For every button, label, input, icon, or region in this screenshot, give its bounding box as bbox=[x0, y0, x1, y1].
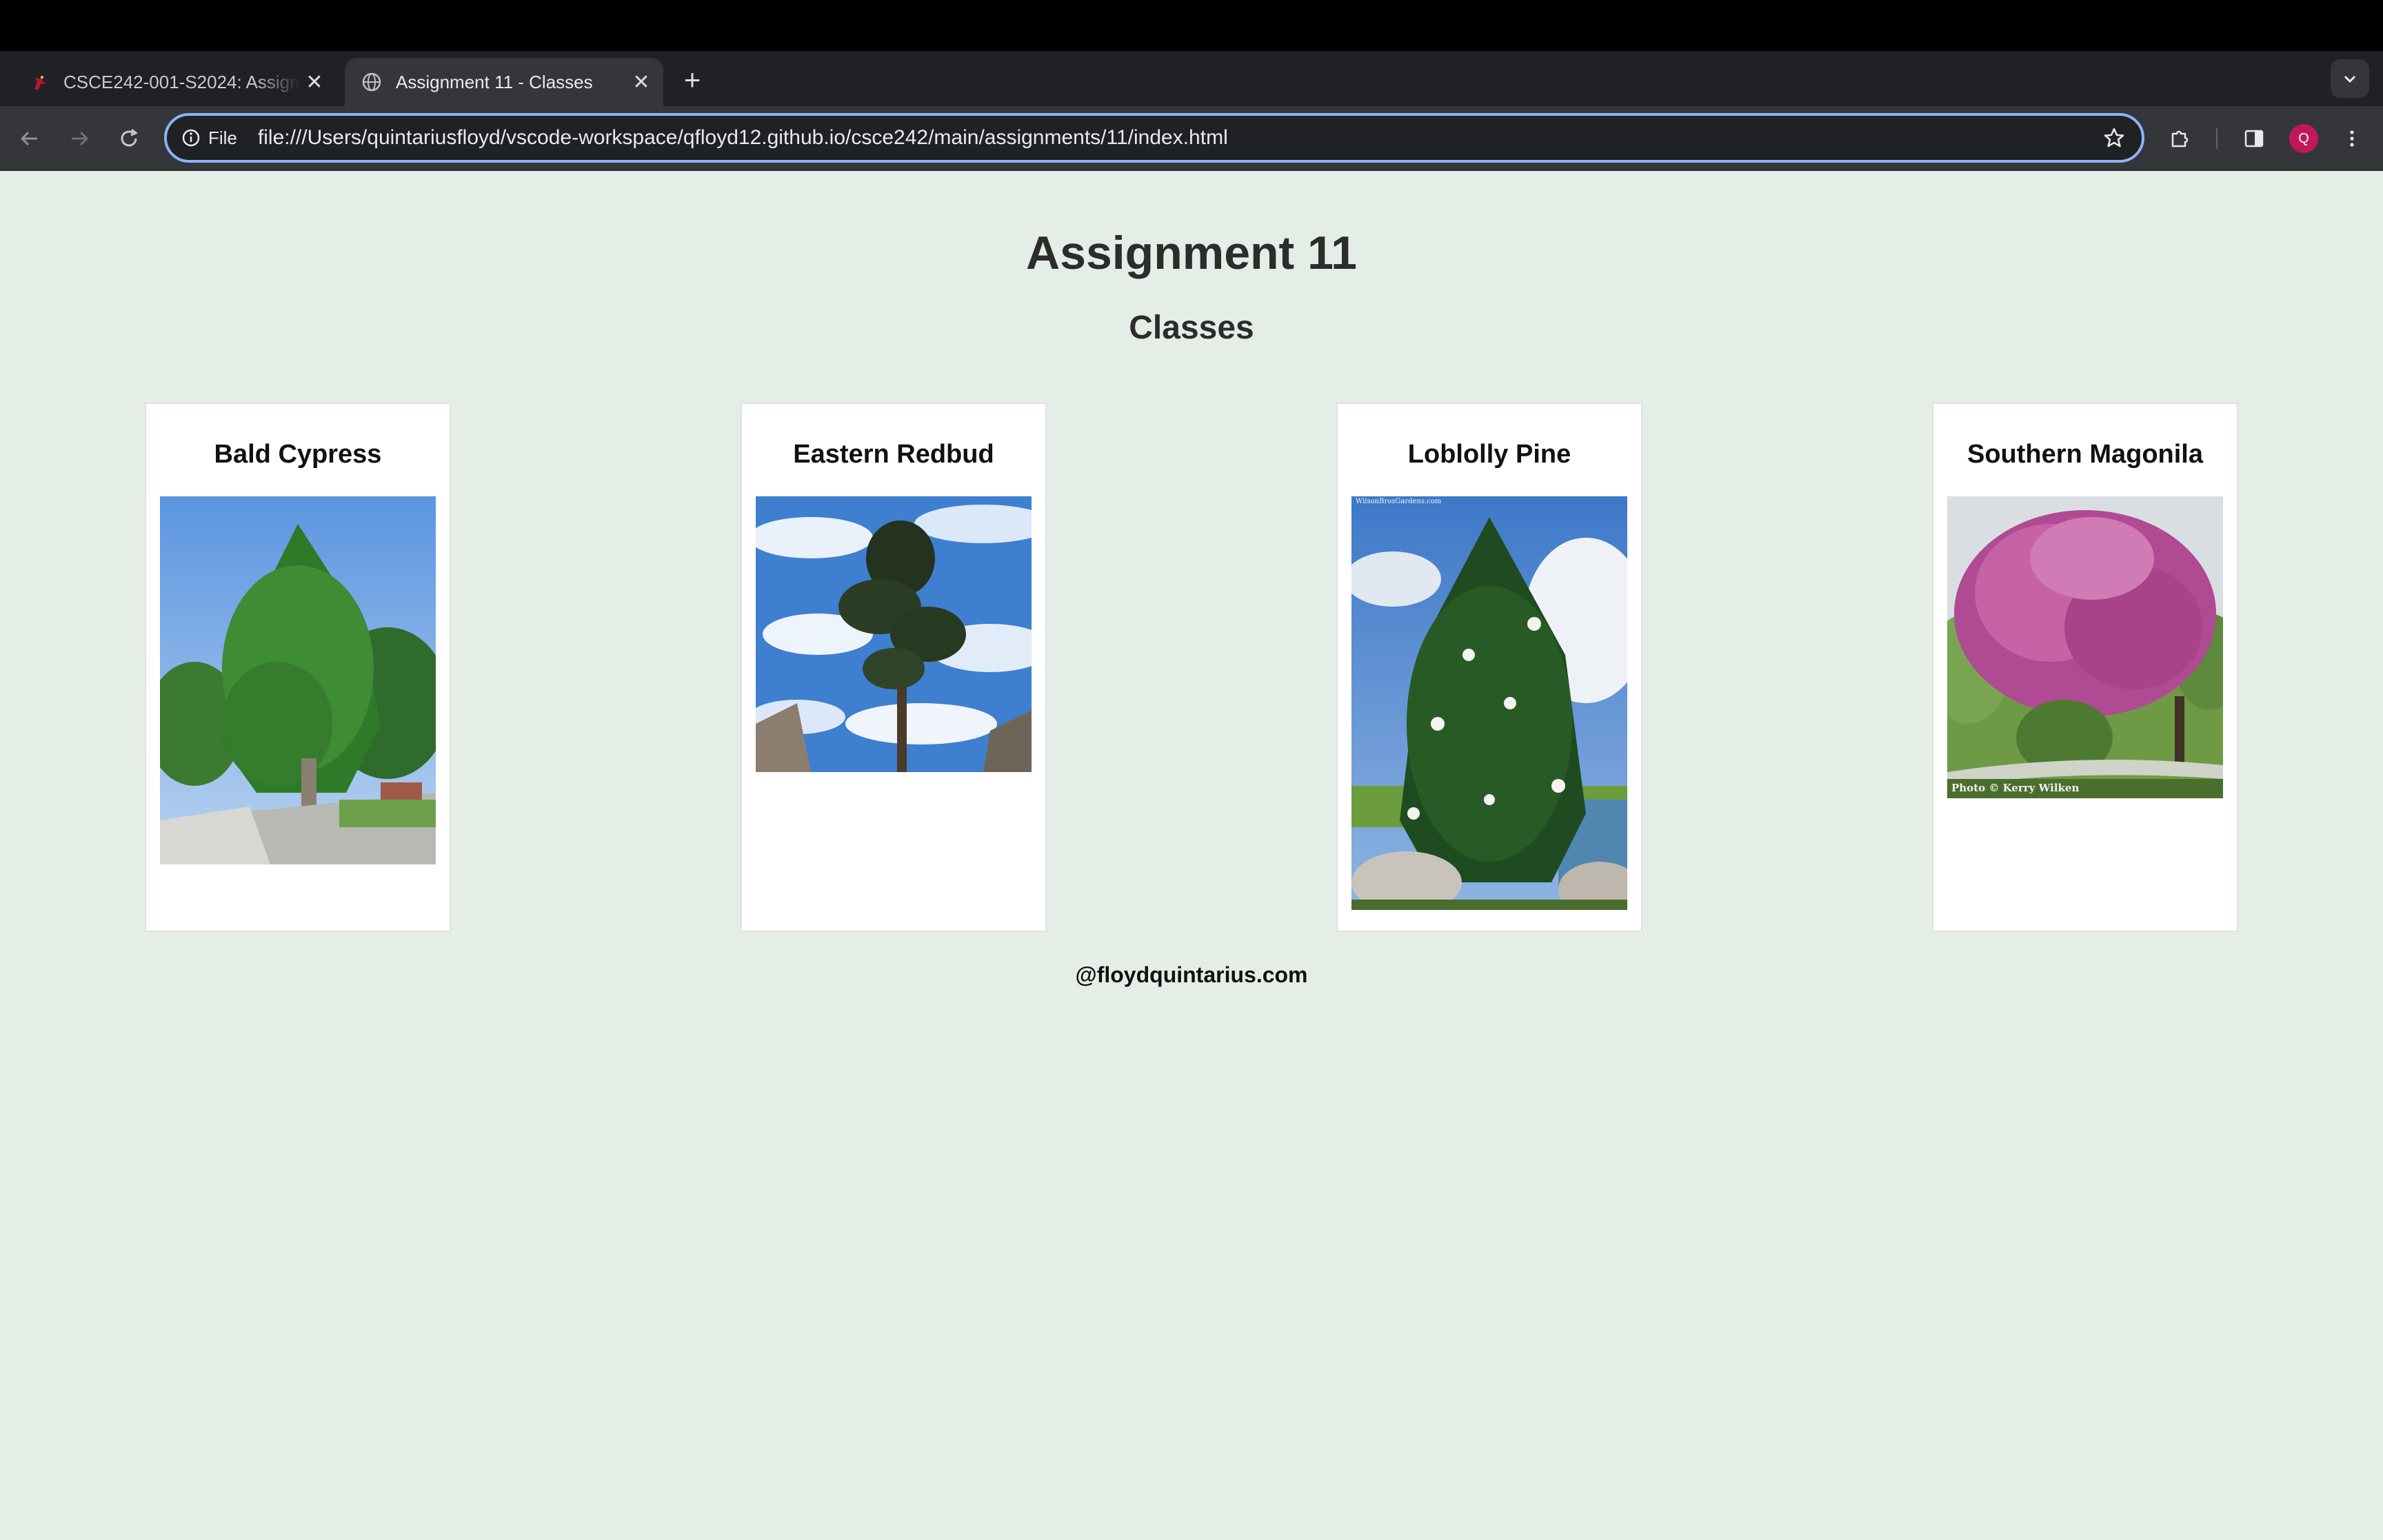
side-panel-button[interactable] bbox=[2237, 121, 2271, 156]
browser-toolbar: File file:///Users/quintariusfloyd/vscod… bbox=[0, 106, 2383, 171]
arrow-right-icon bbox=[72, 131, 89, 146]
profile-avatar[interactable]: Q bbox=[2289, 124, 2318, 153]
arrow-left-icon bbox=[20, 131, 37, 146]
tree-photo: WilsonBrosGardens.com bbox=[1351, 496, 1627, 910]
tree-photo bbox=[160, 496, 436, 864]
back-button[interactable] bbox=[12, 121, 47, 156]
tree-name: Eastern Redbud bbox=[793, 440, 994, 469]
tree-photo: Photo © Kerry Wilken bbox=[1947, 496, 2223, 798]
photo-watermark: WilsonBrosGardens.com bbox=[1356, 498, 1442, 505]
address-bar[interactable]: File file:///Users/quintariusfloyd/vscod… bbox=[164, 113, 2144, 163]
gamecock-favicon-icon bbox=[28, 70, 51, 94]
page-subtitle: Classes bbox=[1129, 310, 1254, 346]
side-panel-icon bbox=[2244, 130, 2264, 148]
reload-icon bbox=[121, 128, 138, 147]
extensions-button[interactable] bbox=[2162, 121, 2197, 156]
tree-card: Southern Magonila Photo © Kerry Wilken bbox=[1932, 403, 2238, 932]
tree-photo bbox=[756, 496, 1032, 772]
tree-card: Loblolly Pine WilsonBrosGardens.com bbox=[1336, 403, 1642, 932]
tree-name: Bald Cypress bbox=[214, 440, 382, 469]
page-footer: @floydquintarius.com bbox=[1075, 962, 1308, 987]
tree-card: Eastern Redbud bbox=[741, 403, 1047, 932]
tree-card: Bald Cypress bbox=[145, 403, 451, 932]
reload-button[interactable] bbox=[112, 121, 146, 156]
tab-title: Assignment 11 - Classes bbox=[396, 71, 593, 92]
info-icon[interactable] bbox=[181, 128, 201, 148]
url-text[interactable]: file:///Users/quintariusfloyd/vscode-wor… bbox=[258, 126, 2099, 150]
tab-search-button[interactable] bbox=[2331, 59, 2369, 98]
page-title: Assignment 11 bbox=[1026, 227, 1357, 279]
new-tab-button[interactable]: + bbox=[676, 65, 709, 98]
toolbar-divider bbox=[2216, 128, 2218, 149]
tab-csce242-assignments[interactable]: CSCE242-001-S2024: Assignments ✕ bbox=[12, 58, 336, 106]
tree-name: Loblolly Pine bbox=[1407, 440, 1571, 469]
globe-icon bbox=[360, 70, 383, 94]
tab-title: CSCE242-001-S2024: Assignments bbox=[63, 71, 301, 92]
photo-credit: Photo © Kerry Wilken bbox=[1951, 782, 2079, 794]
bookmark-star-icon[interactable] bbox=[2099, 123, 2129, 153]
tree-name: Southern Magonila bbox=[1967, 440, 2203, 469]
site-info-chip[interactable]: File bbox=[208, 128, 237, 149]
tab-strip: CSCE242-001-S2024: Assignments ✕ Assignm… bbox=[0, 51, 2383, 106]
more-vertical-icon bbox=[2350, 130, 2354, 147]
chevron-down-icon bbox=[2344, 75, 2356, 83]
close-tab-icon[interactable]: ✕ bbox=[627, 68, 655, 96]
tab-assignment-11[interactable]: Assignment 11 - Classes ✕ bbox=[345, 58, 663, 106]
forward-button[interactable] bbox=[62, 121, 97, 156]
page-viewport: Assignment 11 Classes Bald Cypress Easte… bbox=[0, 171, 2383, 1540]
macos-menu-strip bbox=[0, 0, 2383, 51]
puzzle-icon bbox=[2171, 130, 2189, 148]
close-tab-icon[interactable]: ✕ bbox=[301, 68, 328, 96]
browser-menu-button[interactable] bbox=[2335, 121, 2369, 156]
